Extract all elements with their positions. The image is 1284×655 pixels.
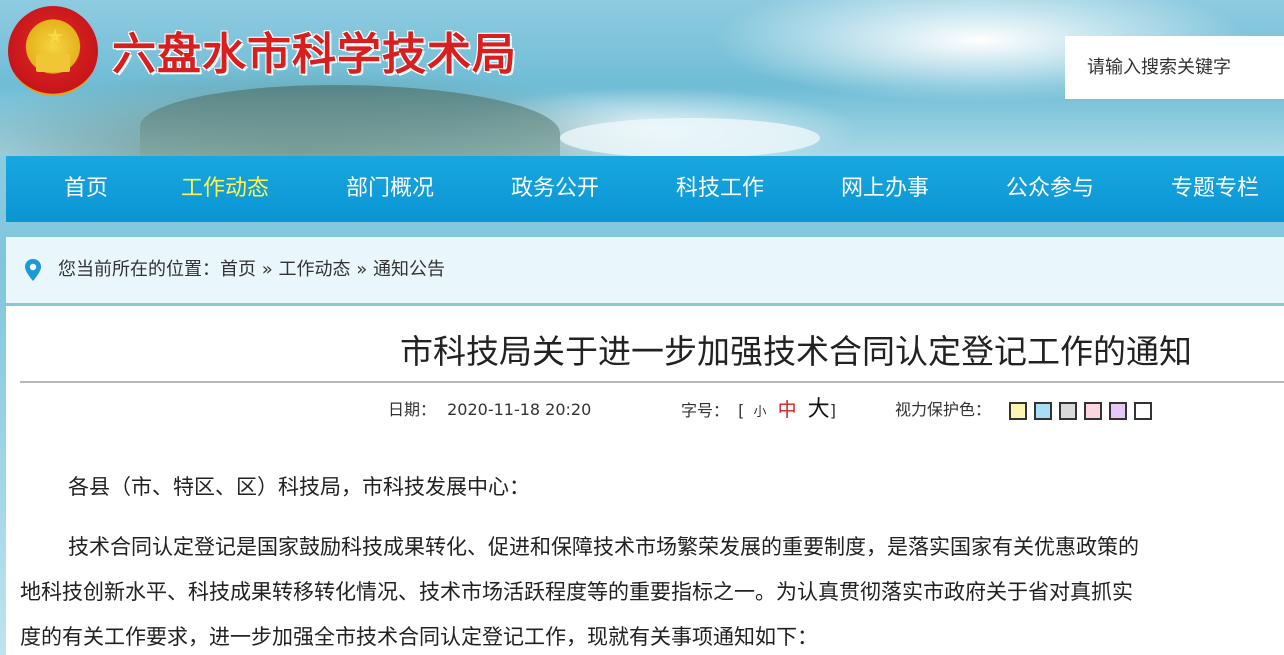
location-pin-icon: [25, 259, 41, 281]
breadcrumb-link-home[interactable]: 首页: [220, 259, 256, 280]
nav-item-home[interactable]: 首页: [64, 156, 108, 222]
breadcrumb: 您当前所在的位置：首页 » 工作动态 » 通知公告: [58, 237, 445, 303]
title-divider: [20, 381, 1284, 383]
nav-item-online-services[interactable]: 网上办事: [841, 156, 929, 222]
national-emblem-icon: ★: [8, 6, 98, 96]
font-size-close-bracket: ]: [829, 401, 836, 420]
nav-item-department-overview[interactable]: 部门概况: [346, 156, 434, 222]
article-paragraph-line: 度的有关工作要求，进一步加强全市技术合同认定登记工作，现就有关事项通知如下：: [20, 625, 818, 649]
font-size-label: 字号：: [681, 401, 730, 420]
eye-protect-color-swatch[interactable]: [1084, 402, 1102, 420]
eye-protect-color-swatch[interactable]: [1134, 402, 1152, 420]
nav-item-public-participation[interactable]: 公众参与: [1006, 156, 1094, 222]
breadcrumb-separator: »: [261, 259, 273, 280]
header-cloud-decoration: [560, 118, 820, 156]
nav-item-technology-work[interactable]: 科技工作: [676, 156, 764, 222]
nav-item-special-topics[interactable]: 专题专栏: [1171, 156, 1259, 222]
article-paragraph-line: 技术合同认定登记是国家鼓励科技成果转化、促进和保障技术市场繁荣发展的重要制度，是…: [68, 535, 1139, 559]
eye-protect-color-swatch[interactable]: [1009, 402, 1027, 420]
font-size-large-button[interactable]: 大: [808, 394, 830, 426]
main-nav: 首页 工作动态 部门概况 政务公开 科技工作 网上办事 公众参与 专题专栏: [6, 156, 1284, 222]
nav-item-work-news[interactable]: 工作动态: [181, 156, 269, 222]
font-size-small-button[interactable]: 小: [753, 397, 766, 429]
font-size-controls: 字号： [ 小 中 大]: [681, 394, 836, 426]
article-date: 日期： 2020-11-18 20:20: [388, 394, 591, 426]
font-size-open-bracket: [: [738, 401, 745, 420]
nav-item-government-affairs[interactable]: 政务公开: [511, 156, 599, 222]
site-header: ★ 六盘水市科学技术局: [0, 0, 1284, 156]
search-input[interactable]: [1065, 36, 1284, 99]
breadcrumb-separator: »: [356, 259, 368, 280]
date-value: 2020-11-18 20:20: [447, 400, 592, 419]
emblem-star-icon: ★: [46, 24, 64, 48]
breadcrumb-link-work-news[interactable]: 工作动态: [278, 259, 350, 280]
font-size-medium-button[interactable]: 中: [778, 394, 797, 426]
article-paragraph-line: 地科技创新水平、科技成果转移转化情况、技术市场活跃程度等的重要指标之一。为认真贯…: [20, 580, 1133, 604]
site-title[interactable]: 六盘水市科学技术局: [112, 26, 517, 84]
emblem-gate-icon: [36, 54, 70, 72]
eye-protect-color-swatch[interactable]: [1109, 402, 1127, 420]
article-title: 市科技局关于进一步加强技术合同认定登记工作的通知: [400, 332, 1192, 371]
header-mountain-decoration: [140, 85, 560, 156]
breadcrumb-prefix: 您当前所在的位置：: [58, 259, 220, 280]
eye-protect-color-swatch[interactable]: [1059, 402, 1077, 420]
breadcrumb-bar: 您当前所在的位置：首页 » 工作动态 » 通知公告: [6, 237, 1284, 303]
eye-protect-color-swatch[interactable]: [1034, 402, 1052, 420]
eye-protect-label: 视力保护色：: [895, 400, 992, 419]
breadcrumb-link-notices[interactable]: 通知公告: [373, 259, 445, 280]
date-label: 日期：: [388, 400, 437, 419]
article-salutation: 各县（市、特区、区）科技局，市科技发展中心：: [68, 475, 530, 499]
article-panel: 市科技局关于进一步加强技术合同认定登记工作的通知 日期： 2020-11-18 …: [6, 306, 1284, 655]
